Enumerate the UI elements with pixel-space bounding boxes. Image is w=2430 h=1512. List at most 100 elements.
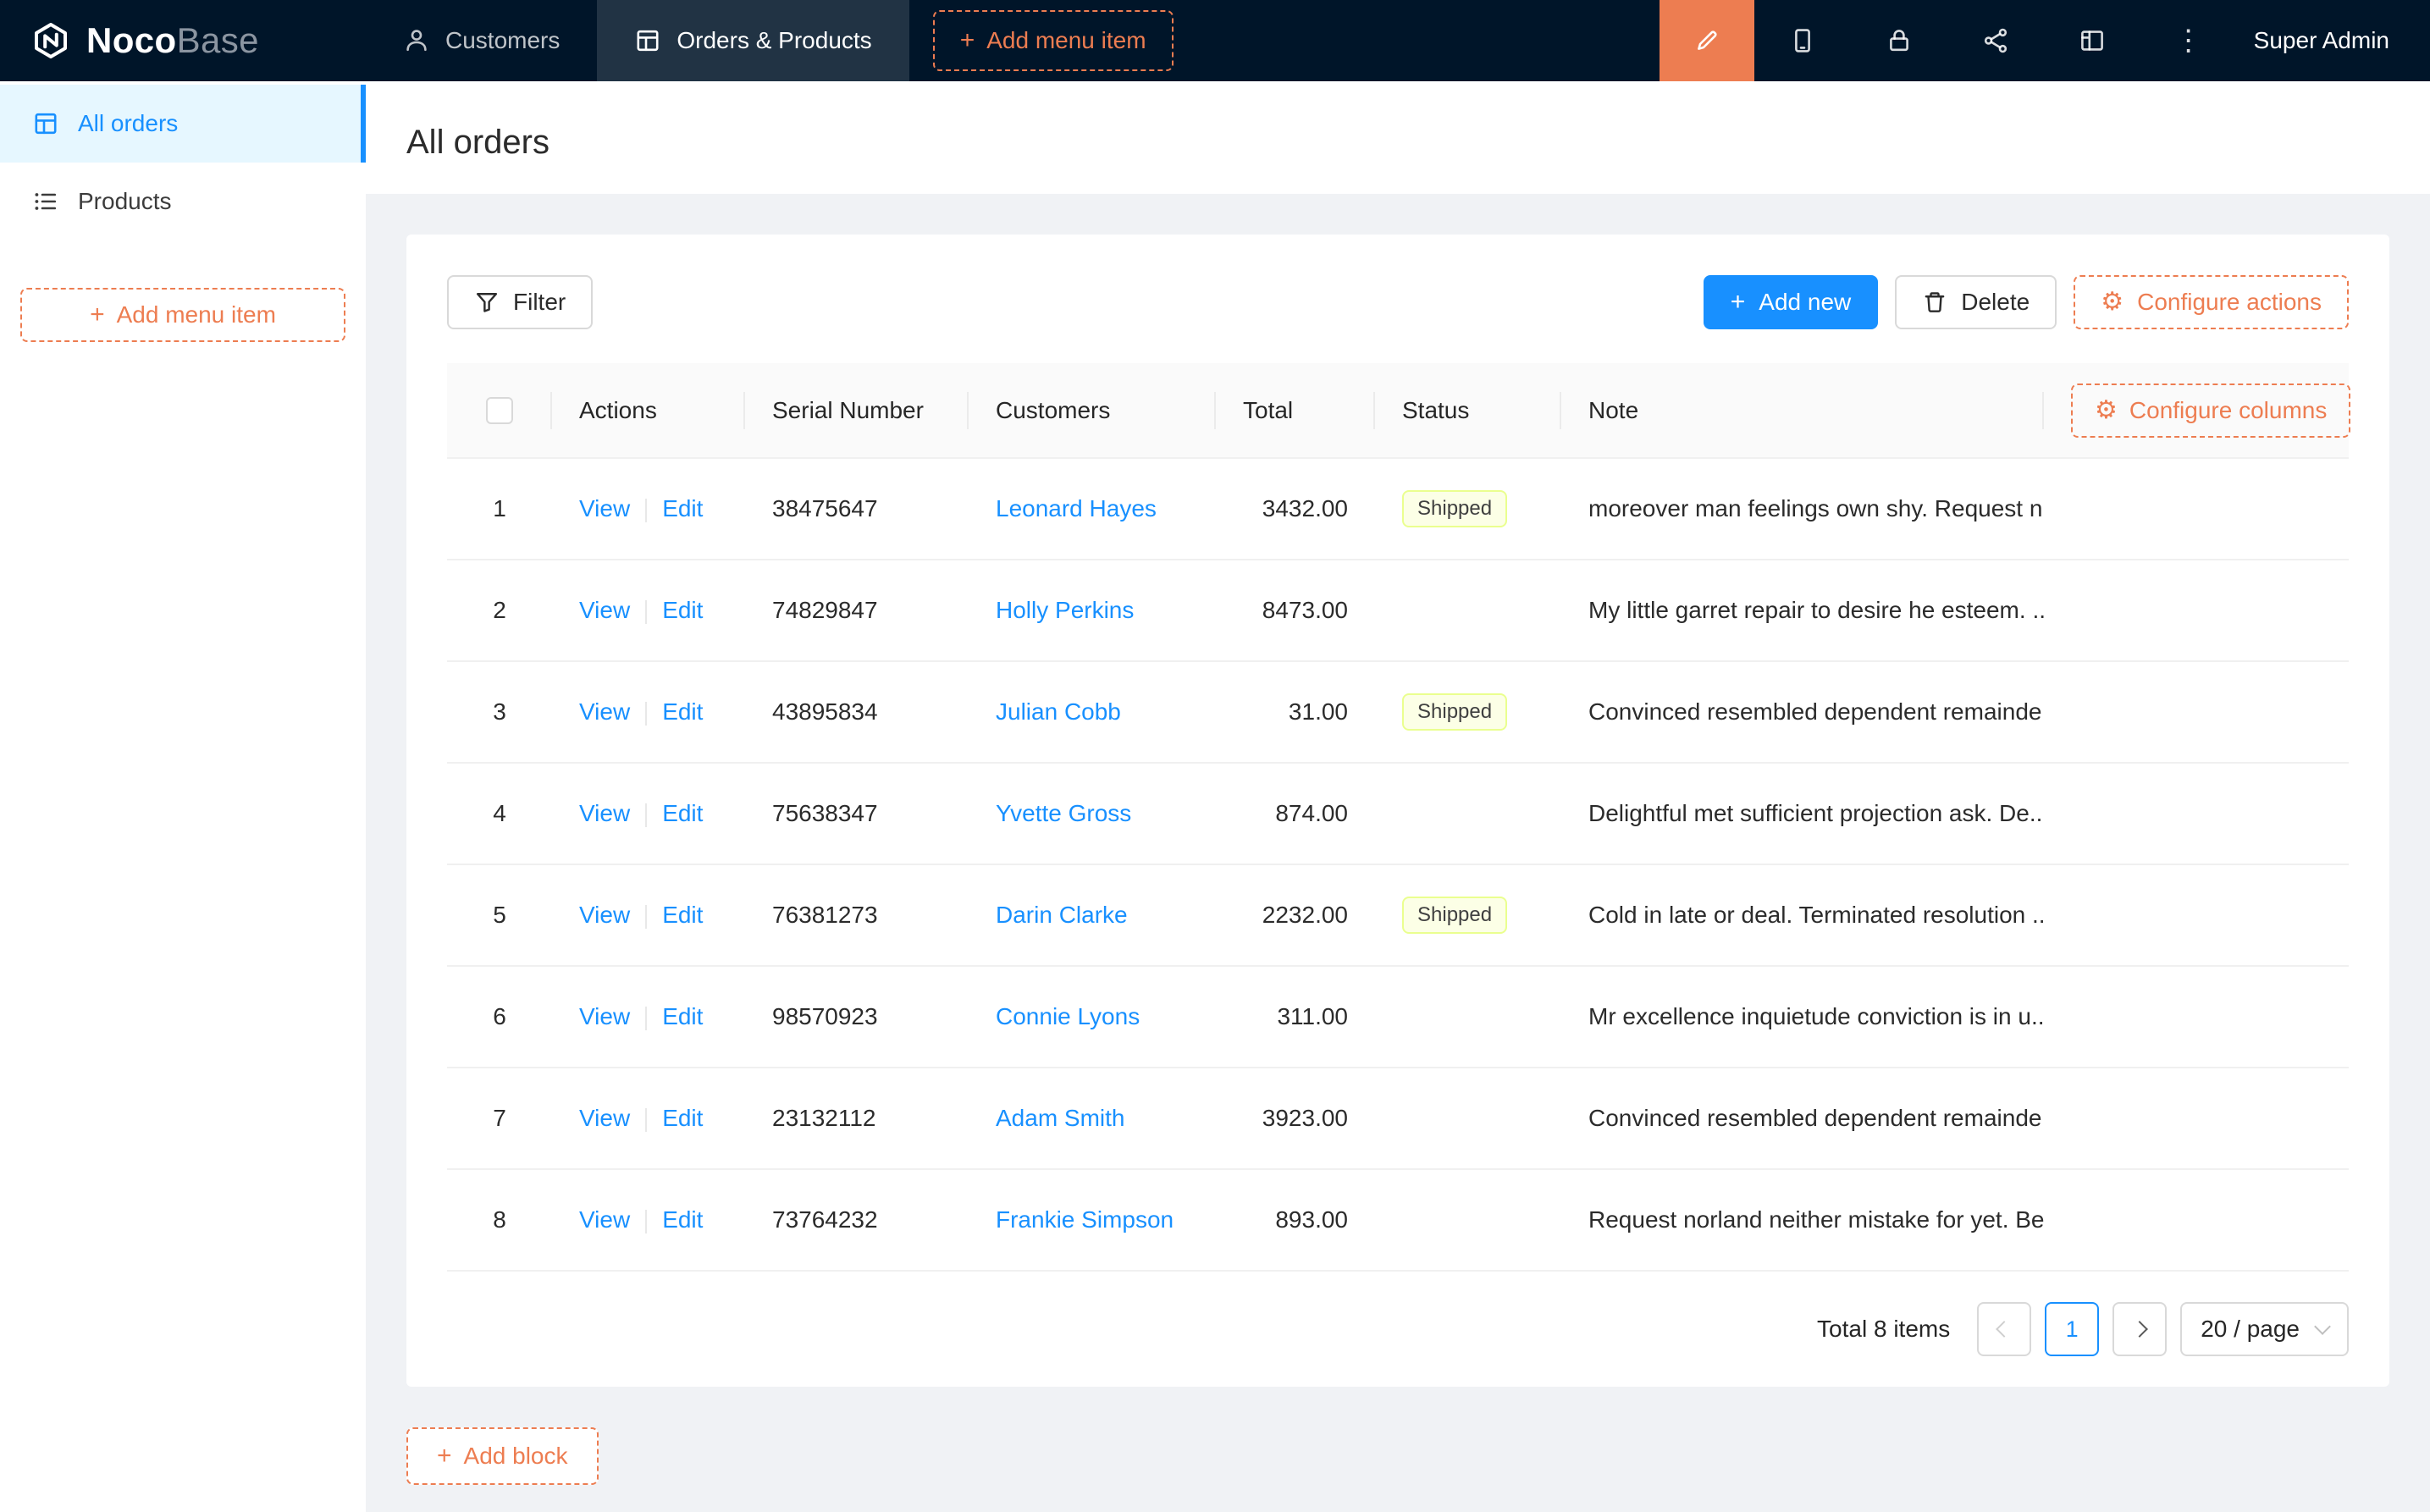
row-index: 2 <box>447 560 552 661</box>
orders-table-body: 1 ViewEdit 38475647 Leonard Hayes 3432.0… <box>447 458 2349 1271</box>
total-cell: 8473.00 <box>1216 560 1375 661</box>
app-root: NocoBase Customers Orders & Products + A… <box>0 0 2430 1512</box>
plus-icon: + <box>90 302 105 328</box>
configure-actions-button[interactable]: ⚙ Configure actions <box>2074 275 2349 329</box>
page-size-value: 20 / page <box>2201 1316 2300 1343</box>
page-size-select[interactable]: 20 / page <box>2180 1302 2349 1356</box>
ui-editor-button[interactable] <box>1660 0 1754 81</box>
add-menu-item-button-topnav[interactable]: + Add menu item <box>933 10 1174 71</box>
plus-icon: + <box>960 28 975 53</box>
brand-name: NocoBase <box>86 20 259 61</box>
page-content: Filter + Add new Delete <box>366 194 2430 1512</box>
action-divider <box>645 905 647 929</box>
navbar-actions: ⋮ Super Admin <box>1660 0 2430 81</box>
top-navbar: NocoBase Customers Orders & Products + A… <box>0 0 2430 81</box>
customer-link[interactable]: Frankie Simpson <box>996 1206 1174 1233</box>
gear-icon: ⚙ <box>2095 398 2118 423</box>
row-index: 5 <box>447 864 552 966</box>
add-new-button[interactable]: + Add new <box>1704 275 1879 329</box>
customer-link[interactable]: Julian Cobb <box>996 698 1121 725</box>
person-icon <box>403 27 430 54</box>
configure-columns-button[interactable]: ⚙ Configure columns <box>2071 384 2350 438</box>
nocobase-logo[interactable]: NocoBase <box>0 0 366 81</box>
serial-number-cell: 43895834 <box>745 661 969 763</box>
edit-link[interactable]: Edit <box>662 495 703 521</box>
previous-page-button[interactable] <box>1977 1302 2031 1356</box>
layout-icon <box>2079 27 2106 54</box>
row-index: 4 <box>447 763 552 864</box>
nav-tab-customers[interactable]: Customers <box>366 0 597 81</box>
total-cell: 311.00 <box>1216 966 1375 1068</box>
customer-link[interactable]: Connie Lyons <box>996 1003 1140 1029</box>
column-header-actions: Actions <box>552 363 745 458</box>
lock-button[interactable] <box>1851 0 1947 81</box>
table-doc-icon <box>634 27 661 54</box>
edit-link[interactable]: Edit <box>662 902 703 928</box>
customer-link[interactable]: Darin Clarke <box>996 902 1128 928</box>
view-link[interactable]: View <box>579 800 630 826</box>
serial-number-cell: 98570923 <box>745 966 969 1068</box>
chevron-down-icon <box>2314 1318 2331 1335</box>
view-link[interactable]: View <box>579 1105 630 1131</box>
table-toolbar: Filter + Add new Delete <box>447 275 2349 329</box>
pagination-total: Total 8 items <box>1817 1316 1950 1343</box>
next-page-button[interactable] <box>2112 1302 2167 1356</box>
add-menu-item-button-sidebar[interactable]: + Add menu item <box>20 288 345 342</box>
plugin-manager-button[interactable] <box>1947 0 2044 81</box>
user-menu[interactable]: Super Admin <box>2237 0 2430 81</box>
total-cell: 31.00 <box>1216 661 1375 763</box>
more-actions-button[interactable]: ⋮ <box>2140 0 2237 81</box>
mobile-client-button[interactable] <box>1754 0 1851 81</box>
edit-link[interactable]: Edit <box>662 1105 703 1131</box>
status-tag: Shipped <box>1402 490 1507 527</box>
row-actions-cell: View Edit <box>552 763 745 864</box>
serial-number-cell: 75638347 <box>745 763 969 864</box>
orders-table-card: Filter + Add new Delete <box>406 235 2389 1387</box>
table-row: 6 ViewEdit 98570923 Connie Lyons 311.00 … <box>447 966 2349 1068</box>
edit-link[interactable]: Edit <box>662 1206 703 1233</box>
list-icon <box>32 188 59 215</box>
table-header: Actions Serial Number Customers Total St… <box>447 363 2349 458</box>
column-header-status: Status <box>1375 363 1561 458</box>
serial-number-cell: 74829847 <box>745 560 969 661</box>
view-link[interactable]: View <box>579 1206 630 1233</box>
customer-link[interactable]: Adam Smith <box>996 1105 1125 1131</box>
add-block-button[interactable]: + Add block <box>406 1427 599 1485</box>
settings-center-button[interactable] <box>2044 0 2140 81</box>
customer-link[interactable]: Yvette Gross <box>996 800 1131 826</box>
edit-link[interactable]: Edit <box>662 1003 703 1029</box>
filter-button[interactable]: Filter <box>447 275 593 329</box>
customer-link[interactable]: Holly Perkins <box>996 597 1134 623</box>
select-all-checkbox[interactable] <box>486 397 513 424</box>
table-row: 4 ViewEdit 75638347 Yvette Gross 874.00 … <box>447 763 2349 864</box>
edit-link[interactable]: Edit <box>662 800 703 826</box>
page-number-button[interactable]: 1 <box>2045 1302 2099 1356</box>
table-row: 7 ViewEdit 23132112 Adam Smith 3923.00 C… <box>447 1068 2349 1169</box>
row-actions-cell: View Edit <box>552 560 745 661</box>
view-link[interactable]: View <box>579 495 630 521</box>
tablet-icon <box>1789 27 1816 54</box>
note-cell: moreover man feelings own shy. Request n… <box>1561 458 2044 560</box>
pagination: Total 8 items 1 20 / page <box>447 1302 2349 1366</box>
plus-icon: + <box>1731 290 1746 315</box>
row-actions-cell: View Edit <box>552 1068 745 1169</box>
action-divider <box>645 1108 647 1132</box>
view-link[interactable]: View <box>579 698 630 725</box>
orders-table: Actions Serial Number Customers Total St… <box>447 363 2349 1272</box>
customer-link[interactable]: Leonard Hayes <box>996 495 1157 521</box>
nav-tab-orders-products[interactable]: Orders & Products <box>597 0 908 81</box>
column-header-total: Total <box>1216 363 1375 458</box>
edit-link[interactable]: Edit <box>662 698 703 725</box>
column-header-customers: Customers <box>969 363 1216 458</box>
sidebar-item-all-orders[interactable]: All orders <box>0 85 366 163</box>
column-header-serial-number: Serial Number <box>745 363 969 458</box>
view-link[interactable]: View <box>579 1003 630 1029</box>
delete-button[interactable]: Delete <box>1895 275 2057 329</box>
edit-link[interactable]: Edit <box>662 597 703 623</box>
top-menu: Customers Orders & Products + Add menu i… <box>366 0 1174 81</box>
action-divider <box>645 1007 647 1030</box>
view-link[interactable]: View <box>579 597 630 623</box>
sidebar-item-products[interactable]: Products <box>0 163 366 240</box>
view-link[interactable]: View <box>579 902 630 928</box>
note-cell: My little garret repair to desire he est… <box>1561 560 2044 661</box>
